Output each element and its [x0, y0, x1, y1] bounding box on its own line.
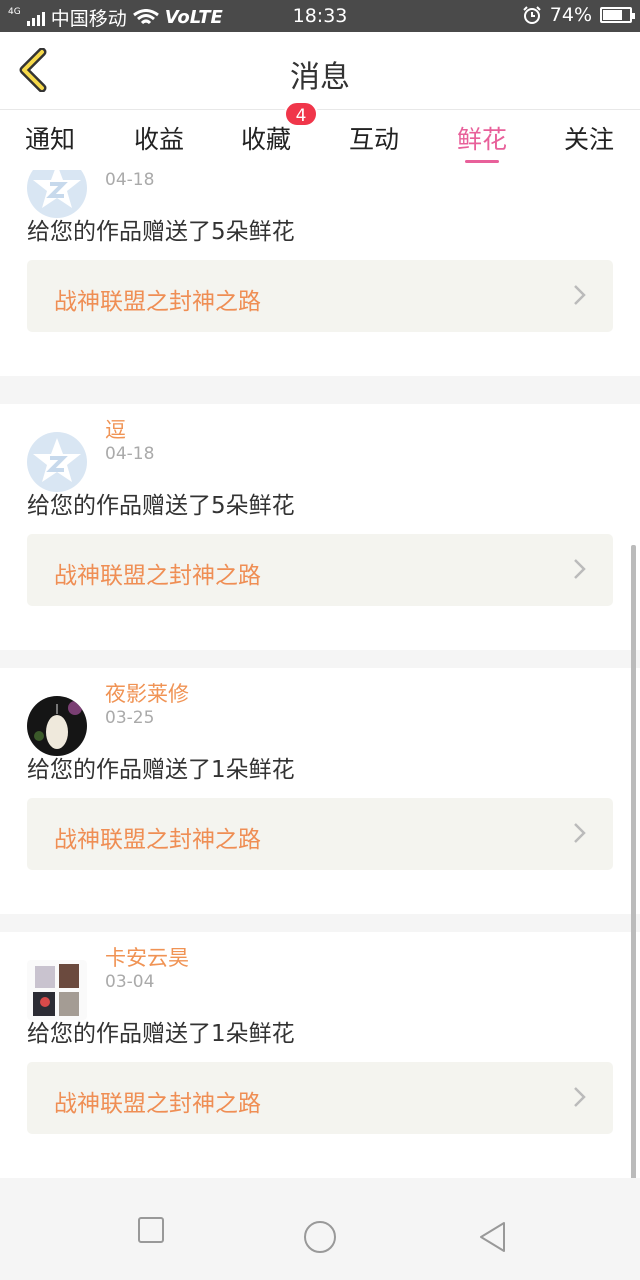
date: 04-18	[105, 444, 155, 464]
date: 03-04	[105, 972, 155, 992]
active-tab-indicator	[465, 160, 499, 163]
chevron-right-icon	[574, 1087, 586, 1107]
tab-flowers[interactable]: 鲜花	[432, 120, 532, 156]
qq-default-avatar[interactable]	[27, 432, 87, 492]
message-text: 给您的作品赠送了5朵鲜花	[27, 493, 295, 519]
message-feed[interactable]: 逗 04-18 给您的作品赠送了5朵鲜花 战神联盟之封神之路 逗 04-18 给…	[0, 170, 640, 1178]
tab-earnings[interactable]: 收益	[109, 120, 209, 156]
chevron-right-icon	[574, 823, 586, 843]
battery-icon	[600, 7, 635, 23]
favorites-badge: 4	[284, 101, 318, 127]
triangle-back-icon[interactable]	[478, 1221, 508, 1253]
work-title: 战神联盟之封神之路	[54, 563, 261, 589]
username[interactable]: 夜影莱修	[105, 678, 189, 708]
chevron-right-icon	[574, 559, 586, 579]
collage-image	[27, 960, 87, 1020]
scrollbar[interactable]	[631, 545, 636, 1190]
list-item: 夜影莱修 03-25 给您的作品赠送了1朵鲜花 战神联盟之封神之路	[0, 668, 640, 914]
list-item: 逗 04-18 给您的作品赠送了5朵鲜花 战神联盟之封神之路	[0, 170, 640, 376]
work-link[interactable]: 战神联盟之封神之路	[27, 260, 613, 332]
work-link[interactable]: 战神联盟之封神之路	[27, 534, 613, 606]
pendant-image	[34, 701, 82, 749]
work-title: 战神联盟之封神之路	[54, 827, 261, 853]
circle-home-icon[interactable]	[303, 1220, 337, 1254]
message-text: 给您的作品赠送了1朵鲜花	[27, 757, 295, 783]
work-link[interactable]: 战神联盟之封神之路	[27, 1062, 613, 1134]
star-icon	[33, 438, 81, 482]
square-recents-icon[interactable]	[137, 1216, 165, 1244]
list-item: 卡安云昊 03-04 给您的作品赠送了1朵鲜花 战神联盟之封神之路	[0, 932, 640, 1178]
header: 消息	[0, 32, 640, 110]
page-title: 消息	[290, 60, 350, 95]
date: 03-25	[105, 708, 155, 728]
collage-photo-avatar[interactable]	[27, 960, 87, 1020]
message-text: 给您的作品赠送了1朵鲜花	[27, 1021, 295, 1047]
message-text: 给您的作品赠送了5朵鲜花	[27, 219, 295, 245]
work-link[interactable]: 战神联盟之封神之路	[27, 798, 613, 870]
tab-notifications[interactable]: 通知	[0, 120, 100, 156]
qq-default-avatar[interactable]	[27, 170, 87, 218]
work-title: 战神联盟之封神之路	[54, 289, 261, 315]
username[interactable]: 卡安云昊	[105, 942, 189, 972]
date: 04-18	[105, 170, 155, 190]
list-item: 逗 04-18 给您的作品赠送了5朵鲜花 战神联盟之封神之路	[0, 404, 640, 650]
status-bar: 4G 中国移动 VoLTE 18:33 74%	[0, 0, 640, 32]
battery-percent: 74%	[549, 4, 592, 26]
work-title: 战神联盟之封神之路	[54, 1091, 261, 1117]
status-right: 74%	[522, 4, 635, 26]
tab-bar: 通知 收益 收藏 互动 鲜花 关注	[0, 110, 640, 170]
star-icon	[33, 170, 81, 208]
username[interactable]: 逗	[105, 414, 126, 444]
system-nav-bar	[0, 1178, 640, 1280]
battery-fill	[603, 10, 622, 20]
tab-interactions[interactable]: 互动	[324, 120, 424, 156]
pendant-photo-avatar[interactable]	[27, 696, 87, 756]
alarm-icon	[523, 6, 541, 24]
chevron-right-icon	[574, 285, 586, 305]
tab-following[interactable]: 关注	[539, 120, 639, 156]
